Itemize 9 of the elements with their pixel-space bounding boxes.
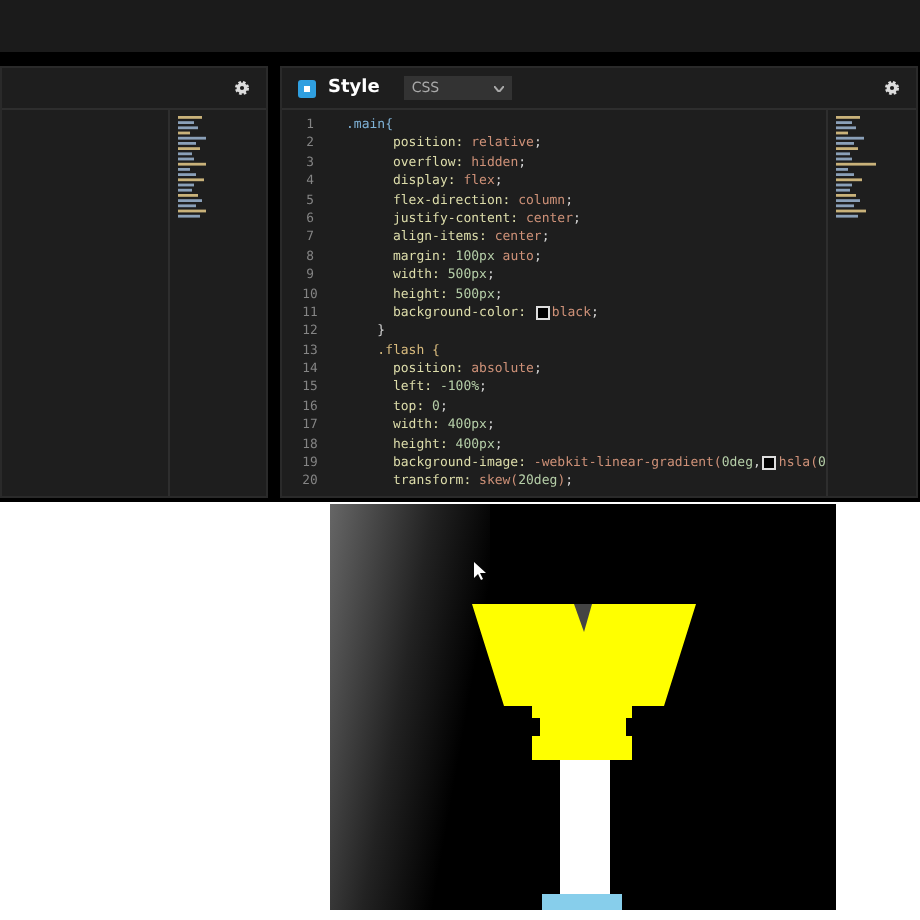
chevron-down-icon xyxy=(493,85,504,91)
style-icon xyxy=(298,79,316,97)
panel-title: Style xyxy=(328,78,380,98)
color-swatch-icon xyxy=(762,456,777,471)
settings-icon[interactable] xyxy=(234,80,250,96)
color-swatch-icon xyxy=(535,306,550,321)
settings-icon[interactable] xyxy=(884,80,900,96)
minimap-drawing xyxy=(178,116,206,220)
cursor-icon xyxy=(474,562,486,580)
